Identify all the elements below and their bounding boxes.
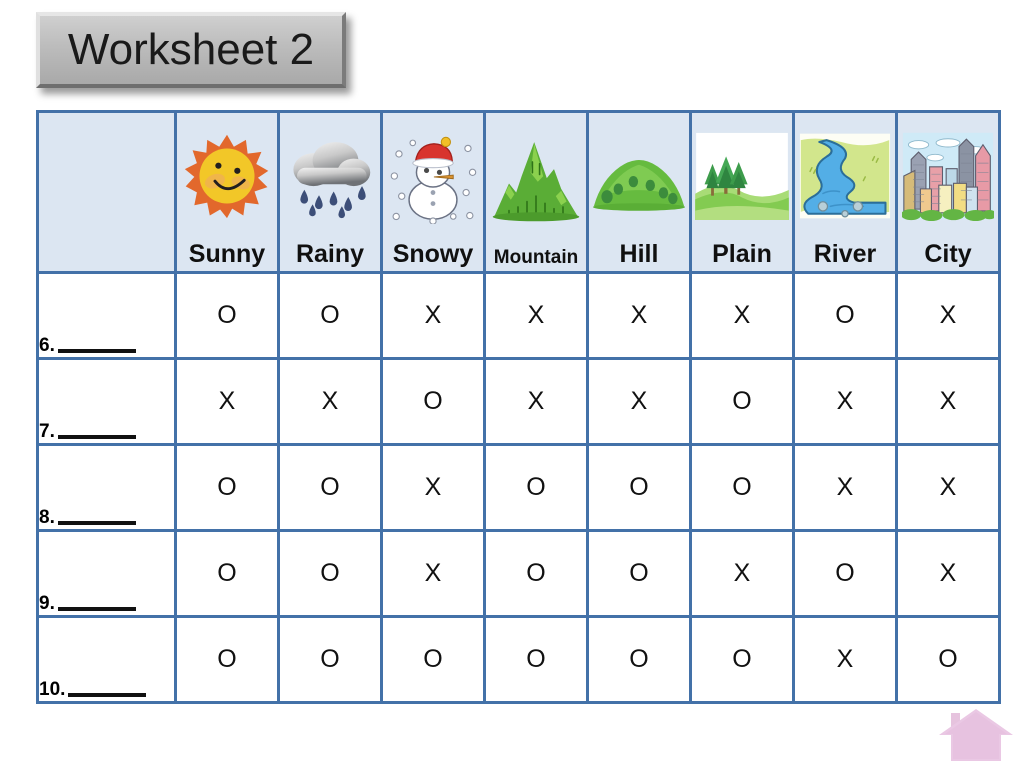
mark-cell[interactable]: X bbox=[174, 357, 280, 446]
row-label-cell: 9. bbox=[36, 529, 177, 618]
mark-cell[interactable]: O bbox=[689, 443, 795, 532]
mark-cell[interactable]: O bbox=[792, 529, 898, 618]
plain-icon bbox=[692, 113, 792, 239]
header-cell-river: River bbox=[792, 110, 898, 274]
header-label-sunny: Sunny bbox=[188, 240, 266, 268]
table-row: 10. O O O O O O X O bbox=[36, 615, 1001, 704]
row-label-cell: 10. bbox=[36, 615, 177, 704]
mark-cell[interactable]: X bbox=[586, 357, 692, 446]
worksheet-table: Sunny Rainy Snowy Mountain Hill Plain Ri… bbox=[36, 110, 1001, 704]
header-cell-rainy: Rainy bbox=[277, 110, 383, 274]
hill-icon bbox=[589, 113, 689, 239]
home-icon[interactable] bbox=[937, 707, 1015, 763]
mark-cell[interactable]: O bbox=[277, 529, 383, 618]
mark-cell[interactable]: O bbox=[277, 443, 383, 532]
row-answer-blank[interactable] bbox=[57, 507, 136, 525]
mark-cell[interactable]: O bbox=[689, 357, 795, 446]
mark-cell[interactable]: O bbox=[277, 615, 383, 704]
mark-cell[interactable]: O bbox=[689, 615, 795, 704]
sun-icon bbox=[177, 113, 277, 239]
header-label-mountain: Mountain bbox=[493, 247, 579, 268]
header-corner-cell bbox=[36, 110, 177, 274]
row-number: 10. bbox=[39, 679, 66, 700]
city-icon bbox=[898, 113, 998, 239]
mark-cell[interactable]: O bbox=[380, 615, 486, 704]
mark-cell[interactable]: O bbox=[174, 271, 280, 360]
mark-cell[interactable]: X bbox=[792, 443, 898, 532]
header-label-plain: Plain bbox=[712, 240, 772, 268]
header-label-rainy: Rainy bbox=[295, 240, 365, 268]
mountain-icon bbox=[486, 113, 586, 245]
header-cell-city: City bbox=[895, 110, 1001, 274]
snowman-icon bbox=[383, 113, 483, 239]
mark-cell[interactable]: X bbox=[586, 271, 692, 360]
row-number: 7. bbox=[39, 421, 55, 442]
mark-cell[interactable]: X bbox=[895, 357, 1001, 446]
mark-cell[interactable]: O bbox=[174, 443, 280, 532]
header-label-hill: Hill bbox=[619, 240, 659, 268]
mark-cell[interactable]: X bbox=[792, 357, 898, 446]
table-row: 7. X X O X X O X X bbox=[36, 357, 1001, 446]
header-label-city: City bbox=[924, 240, 972, 268]
table-header-row: Sunny Rainy Snowy Mountain Hill Plain Ri… bbox=[36, 110, 1001, 274]
row-number: 8. bbox=[39, 507, 55, 528]
mark-cell[interactable]: O bbox=[483, 615, 589, 704]
header-label-river: River bbox=[813, 240, 877, 268]
header-cell-hill: Hill bbox=[586, 110, 692, 274]
row-answer-blank[interactable] bbox=[57, 593, 136, 611]
mark-cell[interactable]: O bbox=[586, 529, 692, 618]
row-answer-blank[interactable] bbox=[57, 335, 136, 353]
mark-cell[interactable]: O bbox=[380, 357, 486, 446]
mark-cell[interactable]: O bbox=[586, 443, 692, 532]
mark-cell[interactable]: X bbox=[895, 443, 1001, 532]
table-row: 8. O O X O O O X X bbox=[36, 443, 1001, 532]
mark-cell[interactable]: O bbox=[277, 271, 383, 360]
header-cell-mountain: Mountain bbox=[483, 110, 589, 274]
mark-cell[interactable]: O bbox=[174, 615, 280, 704]
row-number: 9. bbox=[39, 593, 55, 614]
row-number: 6. bbox=[39, 335, 55, 356]
mark-cell[interactable]: X bbox=[277, 357, 383, 446]
mark-cell[interactable]: X bbox=[895, 271, 1001, 360]
river-icon bbox=[795, 113, 895, 239]
header-cell-sunny: Sunny bbox=[174, 110, 280, 274]
row-answer-blank[interactable] bbox=[57, 421, 136, 439]
mark-cell[interactable]: X bbox=[483, 357, 589, 446]
worksheet-title-button[interactable]: Worksheet 2 bbox=[36, 12, 346, 88]
header-cell-plain: Plain bbox=[689, 110, 795, 274]
table-row: 9. O O X O O X O X bbox=[36, 529, 1001, 618]
mark-cell[interactable]: X bbox=[792, 615, 898, 704]
table-row: 6. O O X X X X O X bbox=[36, 271, 1001, 360]
mark-cell[interactable]: O bbox=[895, 615, 1001, 704]
mark-cell[interactable]: O bbox=[792, 271, 898, 360]
mark-cell[interactable]: X bbox=[483, 271, 589, 360]
mark-cell[interactable]: X bbox=[380, 271, 486, 360]
header-cell-snowy: Snowy bbox=[380, 110, 486, 274]
mark-cell[interactable]: X bbox=[380, 443, 486, 532]
row-label-cell: 7. bbox=[36, 357, 177, 446]
row-label-cell: 8. bbox=[36, 443, 177, 532]
mark-cell[interactable]: X bbox=[689, 529, 795, 618]
mark-cell[interactable]: O bbox=[483, 443, 589, 532]
mark-cell[interactable]: O bbox=[483, 529, 589, 618]
row-answer-blank[interactable] bbox=[68, 679, 147, 697]
mark-cell[interactable]: X bbox=[689, 271, 795, 360]
mark-cell[interactable]: X bbox=[895, 529, 1001, 618]
mark-cell[interactable]: X bbox=[380, 529, 486, 618]
mark-cell[interactable]: O bbox=[174, 529, 280, 618]
header-label-snowy: Snowy bbox=[392, 240, 474, 268]
mark-cell[interactable]: O bbox=[586, 615, 692, 704]
page-title: Worksheet 2 bbox=[67, 25, 315, 74]
rain-cloud-icon bbox=[280, 113, 380, 239]
row-label-cell: 6. bbox=[36, 271, 177, 360]
